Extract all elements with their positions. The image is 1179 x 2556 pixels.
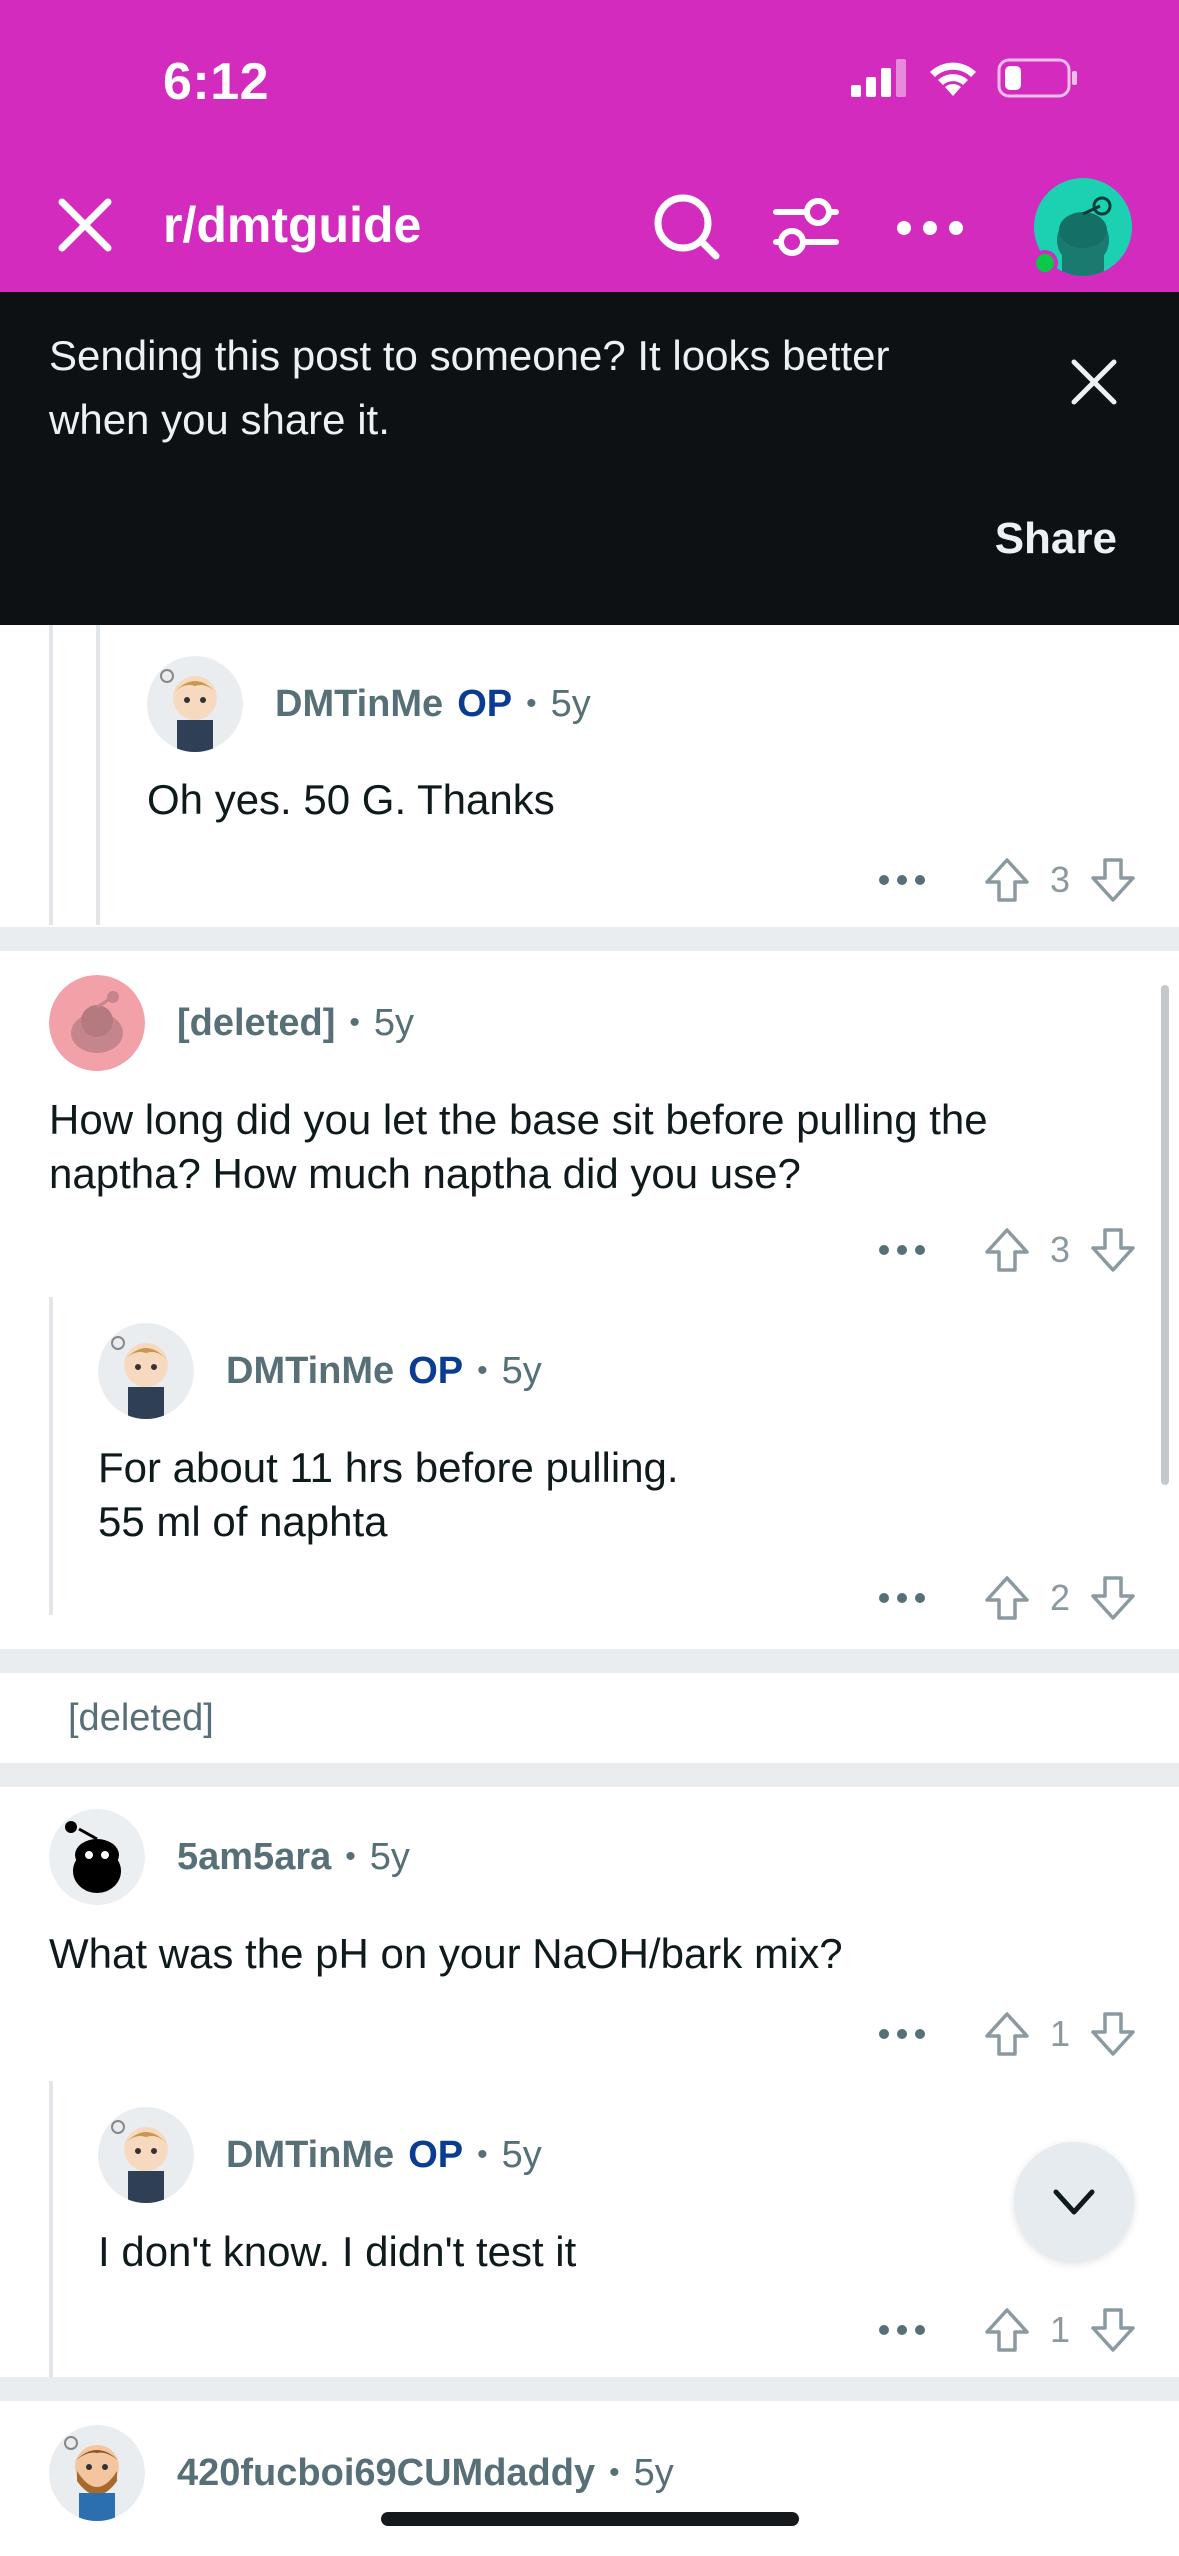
chevron-down-icon xyxy=(1053,2189,1095,2215)
comment-header: 5am5ara • 5y xyxy=(49,1809,410,1905)
vote-score: 3 xyxy=(1049,859,1071,900)
more-icon[interactable] xyxy=(872,2310,932,2350)
thread-line xyxy=(96,625,100,925)
vote-score: 2 xyxy=(1049,1577,1071,1618)
cellular-signal-icon xyxy=(851,59,906,97)
comment-body: What was the pH on your NaOH/bark mix? xyxy=(49,1930,843,1977)
upvote-icon[interactable] xyxy=(982,2009,1032,2059)
comment-header: DMTinMe OP • 5y xyxy=(98,2107,542,2203)
avatar[interactable] xyxy=(147,656,243,752)
comment-actions: 1 xyxy=(872,2009,1138,2059)
comment-author[interactable]: 5am5ara xyxy=(177,1836,331,1879)
comment-author[interactable]: DMTinMe xyxy=(275,683,443,726)
close-icon[interactable] xyxy=(1066,354,1122,410)
comment-divider xyxy=(0,927,1179,951)
upvote-icon[interactable] xyxy=(982,855,1032,905)
thread-line xyxy=(49,1297,53,1615)
comment-age: 5y xyxy=(501,2133,542,2176)
meta-separator: • xyxy=(477,2138,488,2171)
meta-separator: • xyxy=(526,687,537,720)
more-icon[interactable] xyxy=(872,1230,932,1270)
comment-divider xyxy=(0,1649,1179,1673)
comment-age: 5y xyxy=(501,1349,542,1392)
comment-header: DMTinMe OP • 5y xyxy=(147,656,591,752)
status-icons xyxy=(851,58,1079,98)
deleted-comment[interactable]: [deleted] xyxy=(68,1697,214,1740)
more-icon[interactable] xyxy=(872,2014,932,2054)
comment-divider xyxy=(0,1763,1179,1787)
comment-actions: 3 xyxy=(872,855,1138,905)
comment-actions: 2 xyxy=(872,1573,1138,1623)
downvote-icon[interactable] xyxy=(1088,855,1138,905)
more-icon[interactable] xyxy=(890,192,970,264)
online-status-dot xyxy=(1032,250,1058,276)
banner-message: Sending this post to someone? It looks b… xyxy=(49,332,890,443)
avatar[interactable] xyxy=(49,1809,145,1905)
status-time: 6:12 xyxy=(163,53,270,111)
comment-author[interactable]: 420fucboi69CUMdaddy xyxy=(177,2452,595,2495)
vote-score: 3 xyxy=(1049,1229,1071,1270)
share-banner: Sending this post to someone? It looks b… xyxy=(0,292,1179,625)
op-badge: OP xyxy=(408,2133,464,2176)
more-icon[interactable] xyxy=(872,1578,932,1618)
more-icon[interactable] xyxy=(872,860,932,900)
avatar[interactable] xyxy=(49,975,145,1071)
downvote-icon[interactable] xyxy=(1088,1573,1138,1623)
comment-header: 420fucboi69CUMdaddy • 5y xyxy=(49,2425,674,2521)
upvote-icon[interactable] xyxy=(982,1225,1032,1275)
upvote-icon[interactable] xyxy=(982,2305,1032,2355)
comment-header: DMTinMe OP • 5y xyxy=(98,1323,542,1419)
comment-age: 5y xyxy=(369,1835,410,1878)
comment-divider xyxy=(0,2377,1179,2401)
comment-body: I don't know. I didn't test it xyxy=(98,2228,577,2275)
comment-actions: 3 xyxy=(872,1225,1138,1275)
home-indicator xyxy=(381,2512,799,2526)
meta-separator: • xyxy=(477,1354,488,1387)
jump-next-comment-button[interactable] xyxy=(1014,2142,1134,2262)
share-button[interactable]: Share xyxy=(995,514,1117,564)
thread-line xyxy=(49,625,53,925)
search-icon[interactable] xyxy=(650,190,722,262)
comment-age: 5y xyxy=(633,2451,674,2494)
meta-separator: • xyxy=(349,1006,360,1039)
avatar[interactable] xyxy=(98,2107,194,2203)
thread-line xyxy=(49,2081,53,2401)
downvote-icon[interactable] xyxy=(1088,1225,1138,1275)
comment-author[interactable]: DMTinMe xyxy=(226,2134,394,2177)
comment-body: Oh yes. 50 G. Thanks xyxy=(147,776,555,823)
meta-separator: • xyxy=(345,1840,356,1873)
downvote-icon[interactable] xyxy=(1088,2305,1138,2355)
comment-body: For about 11 hrs before pulling. 55 ml o… xyxy=(98,1444,679,1545)
upvote-icon[interactable] xyxy=(982,1573,1032,1623)
comment-age: 5y xyxy=(373,1001,415,1044)
wifi-icon xyxy=(930,62,976,96)
avatar[interactable] xyxy=(49,2425,145,2521)
comment-author[interactable]: DMTinMe xyxy=(226,1350,394,1393)
meta-separator: • xyxy=(609,2456,620,2489)
comment-body: How long did you let the base sit before… xyxy=(49,1096,988,1197)
close-icon[interactable] xyxy=(50,190,120,260)
comment-header: [deleted] • 5y xyxy=(49,975,414,1071)
battery-icon xyxy=(997,58,1077,98)
comment-author: [deleted] xyxy=(177,1001,336,1044)
top-bar: 6:12 r/dmtguide xyxy=(0,0,1179,292)
filter-icon[interactable] xyxy=(770,192,842,264)
comment-age: 5y xyxy=(550,682,591,725)
op-badge: OP xyxy=(457,682,513,725)
scrollbar[interactable] xyxy=(1161,985,1169,1485)
comment-actions: 1 xyxy=(872,2305,1138,2355)
vote-score: 1 xyxy=(1049,2013,1071,2054)
vote-score: 1 xyxy=(1049,2309,1071,2350)
subreddit-title[interactable]: r/dmtguide xyxy=(163,196,421,254)
downvote-icon[interactable] xyxy=(1088,2009,1138,2059)
avatar[interactable] xyxy=(98,1323,194,1419)
op-badge: OP xyxy=(408,1349,464,1392)
